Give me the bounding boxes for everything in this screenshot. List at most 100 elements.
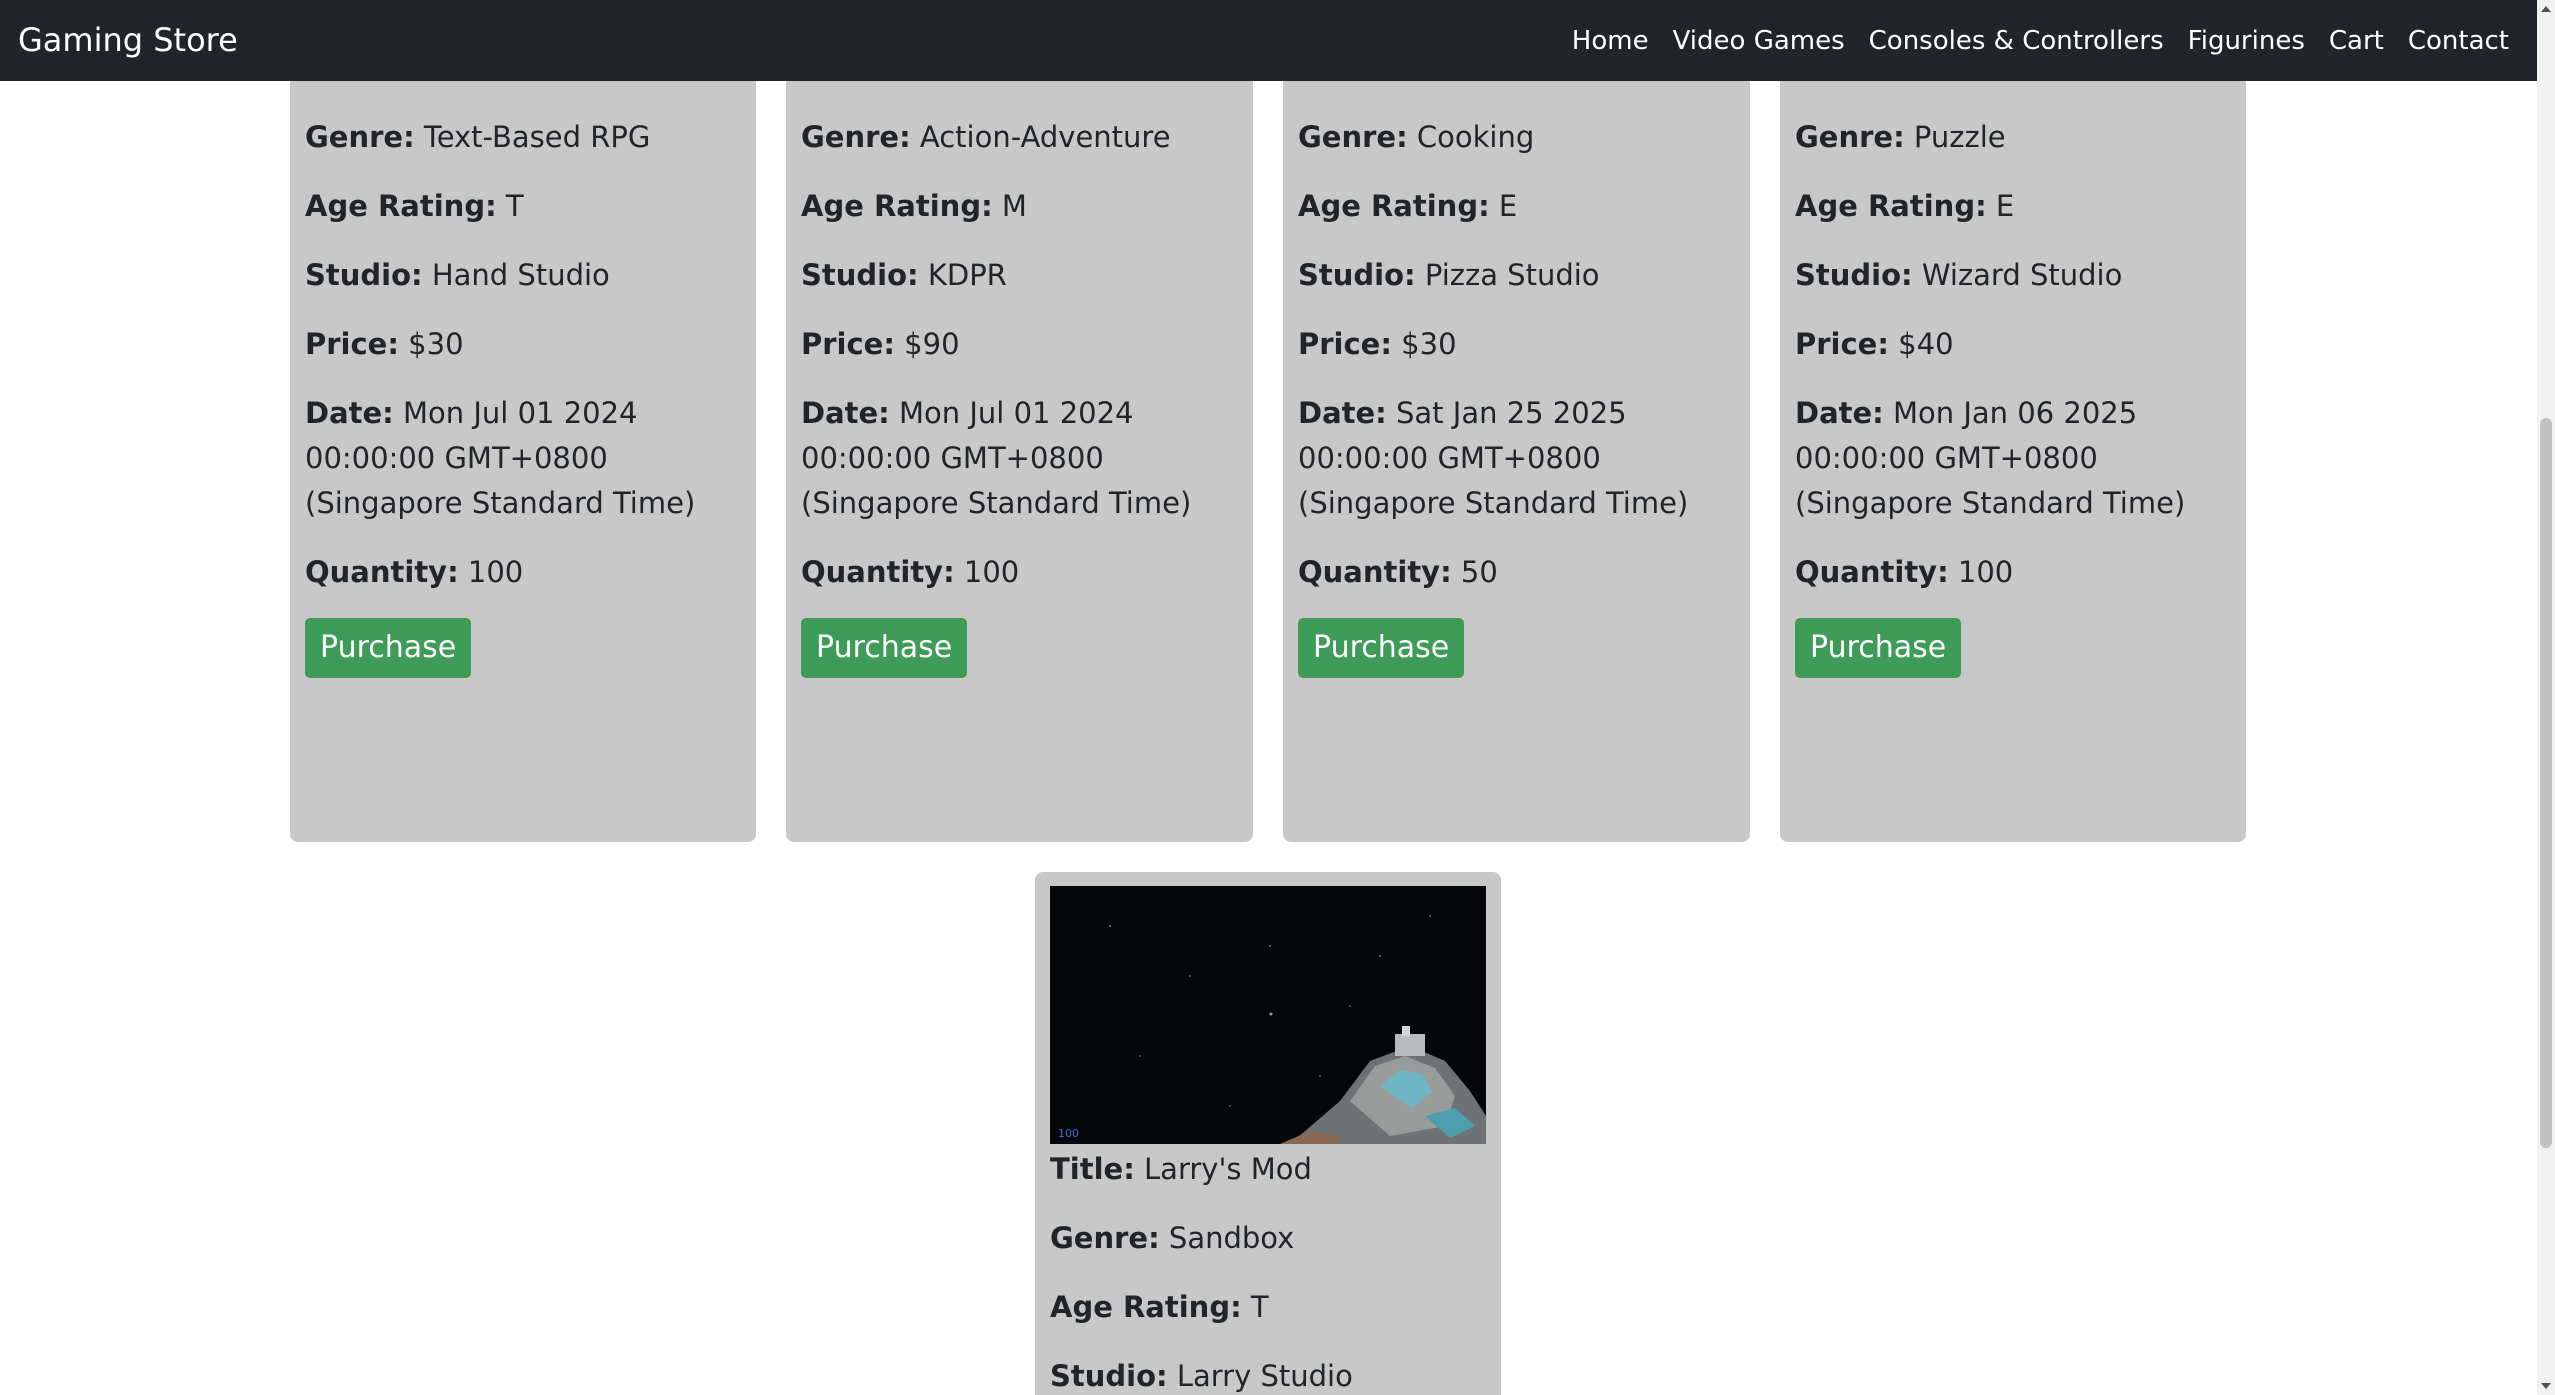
scrollbar-thumb[interactable]: [2540, 418, 2552, 1148]
genre-field: Genre: Cooking: [1298, 115, 1735, 160]
scroll-down-arrow-icon[interactable]: [2541, 1383, 2551, 1389]
studio-field: Studio: Larry Studio: [1050, 1354, 1486, 1395]
genre-field: Genre: Sandbox: [1050, 1216, 1486, 1261]
price-field: Price: $40: [1795, 322, 2231, 367]
price-label: Price:: [801, 327, 895, 361]
quantity-label: Quantity:: [1298, 555, 1452, 589]
nav-link-contact[interactable]: Contact: [2408, 26, 2509, 56]
age-rating-field: Age Rating: E: [1298, 184, 1735, 229]
age-rating-field: Age Rating: T: [305, 184, 741, 229]
genre-value: Action-Adventure: [919, 120, 1171, 154]
game-screenshot: 100: [1050, 886, 1486, 1144]
title-value: Larry's Mod: [1144, 1152, 1312, 1186]
studio-value: Larry Studio: [1176, 1359, 1353, 1393]
age-rating-label: Age Rating:: [1795, 189, 1987, 223]
studio-label: Studio:: [801, 258, 919, 292]
genre-label: Genre:: [1050, 1221, 1160, 1255]
age-rating-field: Age Rating: E: [1795, 184, 2231, 229]
quantity-value: 100: [1957, 555, 2014, 589]
purchase-button[interactable]: Purchase: [1795, 618, 1962, 678]
studio-field: Studio: KDPR: [801, 253, 1238, 298]
date-label: Date:: [1795, 396, 1884, 430]
quantity-field: Quantity: 100: [1795, 550, 2231, 595]
quantity-label: Quantity:: [1795, 555, 1949, 589]
price-label: Price:: [1795, 327, 1889, 361]
nav-links: Home Video Games Consoles & Controllers …: [1548, 0, 2509, 81]
age-rating-value: M: [1001, 189, 1027, 223]
quantity-value: 50: [1460, 555, 1498, 589]
price-label: Price:: [1298, 327, 1392, 361]
nav-link-consoles-controllers[interactable]: Consoles & Controllers: [1869, 26, 2164, 56]
price-label: Price:: [305, 327, 399, 361]
age-rating-field: Age Rating: T: [1050, 1285, 1486, 1330]
age-rating-label: Age Rating:: [1298, 189, 1490, 223]
purchase-button[interactable]: Purchase: [305, 618, 472, 678]
scroll-up-arrow-icon[interactable]: [2541, 6, 2551, 12]
quantity-value: 100: [963, 555, 1020, 589]
studio-field: Studio: Wizard Studio: [1795, 253, 2231, 298]
genre-field: Genre: Action-Adventure: [801, 115, 1238, 160]
game-card: Genre: Puzzle Age Rating: E Studio: Wiza…: [1780, 0, 2246, 842]
studio-value: Hand Studio: [431, 258, 610, 292]
studio-label: Studio:: [1050, 1359, 1168, 1393]
page: Gaming Store Home Video Games Consoles &…: [0, 0, 2537, 1395]
date-label: Date:: [1298, 396, 1387, 430]
quantity-field: Quantity: 100: [801, 550, 1238, 595]
price-field: Price: $30: [1298, 322, 1735, 367]
nav-link-home[interactable]: Home: [1572, 26, 1649, 56]
studio-value: Pizza Studio: [1424, 258, 1600, 292]
price-value: $30: [1401, 327, 1457, 361]
price-field: Price: $30: [305, 322, 741, 367]
age-rating-value: E: [1498, 189, 1518, 223]
studio-label: Studio:: [1795, 258, 1913, 292]
genre-label: Genre:: [305, 120, 415, 154]
studio-value: KDPR: [927, 258, 1007, 292]
studio-field: Studio: Hand Studio: [305, 253, 741, 298]
price-value: $90: [904, 327, 960, 361]
genre-value: Text-Based RPG: [423, 120, 651, 154]
game-screenshot-image: 100: [1050, 886, 1486, 1144]
studio-value: Wizard Studio: [1921, 258, 2123, 292]
age-rating-value: T: [1250, 1290, 1269, 1324]
genre-label: Genre:: [801, 120, 911, 154]
date-field: Date: Mon Jul 01 2024 00:00:00 GMT+0800 …: [801, 391, 1238, 526]
genre-value: Puzzle: [1913, 120, 2006, 154]
price-value: $30: [408, 327, 464, 361]
brand-link[interactable]: Gaming Store: [18, 0, 238, 81]
title-label: Title:: [1050, 1152, 1135, 1186]
price-field: Price: $90: [801, 322, 1238, 367]
genre-label: Genre:: [1298, 120, 1408, 154]
age-rating-value: T: [505, 189, 524, 223]
purchase-button[interactable]: Purchase: [801, 618, 968, 678]
age-rating-label: Age Rating:: [801, 189, 993, 223]
game-card: 100 Title: Larry's Mod Genre: Sandbox Ag…: [1035, 872, 1501, 1395]
nav-link-figurines[interactable]: Figurines: [2188, 26, 2305, 56]
page-scrollbar[interactable]: [2537, 0, 2555, 1395]
date-field: Date: Mon Jul 01 2024 00:00:00 GMT+0800 …: [305, 391, 741, 526]
date-field: Date: Mon Jan 06 2025 00:00:00 GMT+0800 …: [1795, 391, 2231, 526]
quantity-field: Quantity: 50: [1298, 550, 1735, 595]
quantity-label: Quantity:: [801, 555, 955, 589]
quantity-field: Quantity: 100: [305, 550, 741, 595]
quantity-value: 100: [467, 555, 524, 589]
age-rating-value: E: [1995, 189, 2015, 223]
genre-value: Cooking: [1416, 120, 1535, 154]
genre-label: Genre:: [1795, 120, 1905, 154]
purchase-button[interactable]: Purchase: [1298, 618, 1465, 678]
genre-field: Genre: Puzzle: [1795, 115, 2231, 160]
studio-label: Studio:: [1298, 258, 1416, 292]
title-field: Title: Larry's Mod: [1050, 1147, 1486, 1192]
genre-field: Genre: Text-Based RPG: [305, 115, 741, 160]
game-card: Genre: Text-Based RPG Age Rating: T Stud…: [290, 0, 756, 842]
studio-label: Studio:: [305, 258, 423, 292]
date-field: Date: Sat Jan 25 2025 00:00:00 GMT+0800 …: [1298, 391, 1735, 526]
svg-text:100: 100: [1058, 1127, 1079, 1140]
nav-link-cart[interactable]: Cart: [2329, 26, 2384, 56]
game-card: Genre: Cooking Age Rating: E Studio: Piz…: [1283, 0, 1750, 842]
nav-link-video-games[interactable]: Video Games: [1673, 26, 1845, 56]
date-label: Date:: [305, 396, 394, 430]
age-rating-field: Age Rating: M: [801, 184, 1238, 229]
date-label: Date:: [801, 396, 890, 430]
price-value: $40: [1898, 327, 1954, 361]
age-rating-label: Age Rating:: [305, 189, 497, 223]
